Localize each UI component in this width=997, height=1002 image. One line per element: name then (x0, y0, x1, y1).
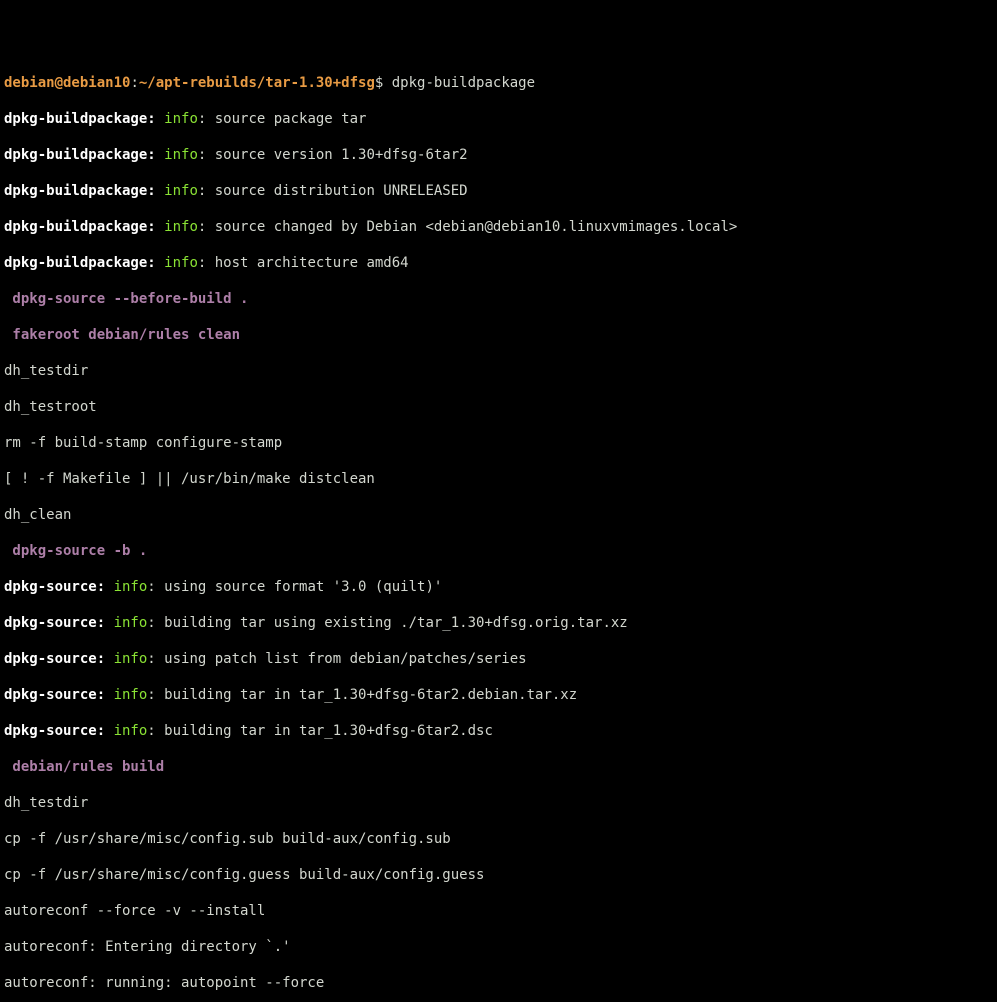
info-rest: : source version 1.30+dfsg-6tar2 (198, 147, 468, 163)
prompt-user: debian@debian10 (4, 75, 130, 91)
dpkg-source-prefix: dpkg-source: (4, 615, 114, 631)
info-tag: info (164, 219, 198, 235)
build-command: dpkg-source -b . (4, 542, 993, 560)
output-line: dpkg-source: info: building tar in tar_1… (4, 722, 993, 740)
prompt-line[interactable]: debian@debian10:~/apt-rebuilds/tar-1.30+… (4, 74, 993, 92)
info-tag: info (164, 111, 198, 127)
prompt-sep2: $ (375, 75, 392, 91)
output-line: cp -f /usr/share/misc/config.sub build-a… (4, 830, 993, 848)
info-rest: : source package tar (198, 111, 367, 127)
output-line: dpkg-source: info: using patch list from… (4, 650, 993, 668)
build-command: fakeroot debian/rules clean (4, 326, 993, 344)
info-tag: info (164, 255, 198, 271)
dpkg-prefix: dpkg-buildpackage: (4, 255, 164, 271)
output-line: autoreconf --force -v --install (4, 902, 993, 920)
dpkg-prefix: dpkg-buildpackage: (4, 111, 164, 127)
info-tag: info (114, 651, 148, 667)
info-tag: info (164, 183, 198, 199)
output-line: dh_clean (4, 506, 993, 524)
output-line: rm -f build-stamp configure-stamp (4, 434, 993, 452)
output-line: [ ! -f Makefile ] || /usr/bin/make distc… (4, 470, 993, 488)
build-command: dpkg-source --before-build . (4, 290, 993, 308)
prompt-sep1: : (130, 75, 138, 91)
output-line: dpkg-buildpackage: info: host architectu… (4, 254, 993, 272)
build-command: debian/rules build (4, 758, 993, 776)
info-rest: : source distribution UNRELEASED (198, 183, 468, 199)
info-rest: : using source format '3.0 (quilt)' (147, 579, 442, 595)
info-rest: : host architecture amd64 (198, 255, 409, 271)
info-rest: : building tar in tar_1.30+dfsg-6tar2.ds… (147, 723, 493, 739)
output-line: dpkg-buildpackage: info: source version … (4, 146, 993, 164)
info-tag: info (114, 723, 148, 739)
info-tag: info (114, 615, 148, 631)
output-line: dpkg-buildpackage: info: source package … (4, 110, 993, 128)
dpkg-source-prefix: dpkg-source: (4, 651, 114, 667)
output-line: cp -f /usr/share/misc/config.guess build… (4, 866, 993, 884)
output-line: dpkg-buildpackage: info: source changed … (4, 218, 993, 236)
output-line: dpkg-source: info: building tar in tar_1… (4, 686, 993, 704)
dpkg-source-prefix: dpkg-source: (4, 579, 114, 595)
info-tag: info (114, 687, 148, 703)
info-tag: info (164, 147, 198, 163)
info-tag: info (114, 579, 148, 595)
dpkg-source-prefix: dpkg-source: (4, 687, 114, 703)
dpkg-prefix: dpkg-buildpackage: (4, 147, 164, 163)
output-line: autoreconf: running: autopoint --force (4, 974, 993, 992)
output-line: dpkg-source: info: building tar using ex… (4, 614, 993, 632)
output-line: dpkg-buildpackage: info: source distribu… (4, 182, 993, 200)
dpkg-prefix: dpkg-buildpackage: (4, 183, 164, 199)
output-line: dh_testdir (4, 362, 993, 380)
dpkg-prefix: dpkg-buildpackage: (4, 219, 164, 235)
info-rest: : using patch list from debian/patches/s… (147, 651, 526, 667)
output-line: dh_testdir (4, 794, 993, 812)
prompt-command: dpkg-buildpackage (392, 75, 535, 91)
output-line: dpkg-source: info: using source format '… (4, 578, 993, 596)
info-rest: : source changed by Debian <debian@debia… (198, 219, 737, 235)
prompt-cwd: ~/apt-rebuilds/tar-1.30+dfsg (139, 75, 375, 91)
output-line: dh_testroot (4, 398, 993, 416)
info-rest: : building tar using existing ./tar_1.30… (147, 615, 627, 631)
info-rest: : building tar in tar_1.30+dfsg-6tar2.de… (147, 687, 577, 703)
output-line: autoreconf: Entering directory `.' (4, 938, 993, 956)
dpkg-source-prefix: dpkg-source: (4, 723, 114, 739)
